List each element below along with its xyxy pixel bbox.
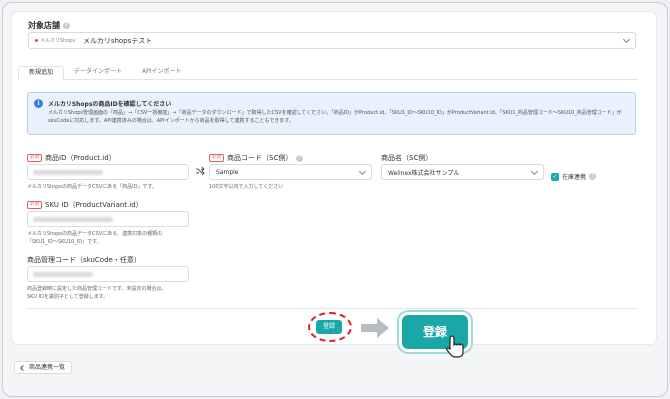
product-code-label-text: 商品コード（SC側） [227, 154, 293, 162]
product-code-help: 100文字以内で入力してください [209, 184, 284, 190]
sku-code-help-line1: 商品登録時に設定した商品管理コードです。未設定の場合は、 [27, 286, 167, 292]
required-badge: 必須 [27, 154, 42, 162]
info-icon: i [34, 99, 43, 108]
product-id-help: メルカリShopsの商品データCSVにある「商品ID」です。 [27, 184, 157, 190]
sku-code-help-line2: SKU IDを識別子として登録します。 [27, 294, 109, 300]
product-id-label: 必須 商品ID（Product.id） [27, 153, 116, 163]
product-id-label-text: 商品ID（Product.id） [45, 154, 116, 162]
product-code-select[interactable]: Sample [209, 164, 372, 180]
tab-new[interactable]: 新規追加 [18, 66, 65, 80]
sku-code-label-text: 商品管理コード（skuCode・任意） [27, 256, 141, 264]
product-id-input[interactable] [27, 164, 189, 180]
chevron-left-icon [20, 364, 26, 371]
sku-code-label: 商品管理コード（skuCode・任意） [27, 255, 141, 265]
tab-data-import[interactable]: データインポート [64, 66, 132, 80]
checkmark-icon[interactable]: ✓ [551, 172, 559, 181]
stock-link-label: 在庫連携 [562, 174, 587, 181]
store-chip: メルカリShops [35, 37, 75, 44]
store-chip-label: メルカリShops [40, 38, 76, 44]
product-name-label: 商品名（SC側） [381, 153, 432, 163]
arrow-right-icon [361, 318, 389, 338]
hand-cursor-icon [446, 335, 464, 358]
store-label-text: 対象店舗 [28, 21, 60, 30]
product-name-value: Welinex株式会社サンプル [388, 169, 460, 177]
product-name-label-text: 商品名（SC側） [381, 154, 433, 162]
help-icon[interactable]: ? [63, 22, 70, 29]
shuffle-icon[interactable] [195, 166, 205, 179]
store-label: 対象店舗 ? [28, 20, 70, 31]
help-icon[interactable]: ? [296, 154, 304, 162]
back-button-label: 商品連携一覧 [29, 364, 66, 371]
chevron-down-icon [622, 35, 631, 44]
stock-link-checkbox[interactable]: ✓ 在庫連携 ? [551, 172, 597, 181]
redacted-value [33, 217, 113, 222]
chevron-down-icon [530, 167, 539, 176]
info-body: メルカリShops管理画面の「商品」→「CSV一括機能」→「商品データのダウンロ… [48, 110, 622, 124]
redacted-value [33, 170, 103, 175]
required-badge: 必須 [209, 154, 224, 162]
info-title: メルカリShopsの商品IDを確認してください [48, 101, 172, 108]
sku-id-help-line1: メルカリShopsの商品データCSVにある、連携対象の種類の [27, 231, 163, 237]
product-code-value: Sample [216, 168, 239, 176]
product-code-label: 必須 商品コード（SC側） ? [209, 153, 304, 163]
sku-id-label-text: SKU ID（ProductVariant.id） [45, 201, 143, 209]
store-name: メルカリshopsテスト [83, 36, 153, 45]
tab-bar: 新規追加 データインポート APIインポート [18, 66, 638, 80]
redacted-value [33, 272, 93, 277]
back-button[interactable]: 商品連携一覧 [14, 361, 73, 374]
shop-logo-icon [35, 39, 38, 42]
sku-code-input[interactable] [27, 266, 189, 282]
register-button-small[interactable]: 登録 [316, 320, 342, 334]
divider [27, 308, 636, 309]
store-select[interactable]: メルカリShops メルカリshopsテスト [28, 32, 636, 49]
sku-id-label: 必須 SKU ID（ProductVariant.id） [27, 200, 143, 210]
tab-api-import[interactable]: APIインポート [132, 66, 192, 80]
info-banner: i メルカリShopsの商品IDを確認してください メルカリShops管理画面の… [27, 92, 636, 135]
chevron-down-icon [358, 167, 367, 176]
sku-id-help-line2: 「SKU1_ID〜SKU10_ID」です。 [27, 239, 102, 245]
sku-id-input[interactable] [27, 211, 189, 227]
help-icon[interactable]: ? [589, 173, 597, 180]
required-badge: 必須 [27, 201, 42, 209]
product-name-select[interactable]: Welinex株式会社サンプル [381, 164, 544, 180]
